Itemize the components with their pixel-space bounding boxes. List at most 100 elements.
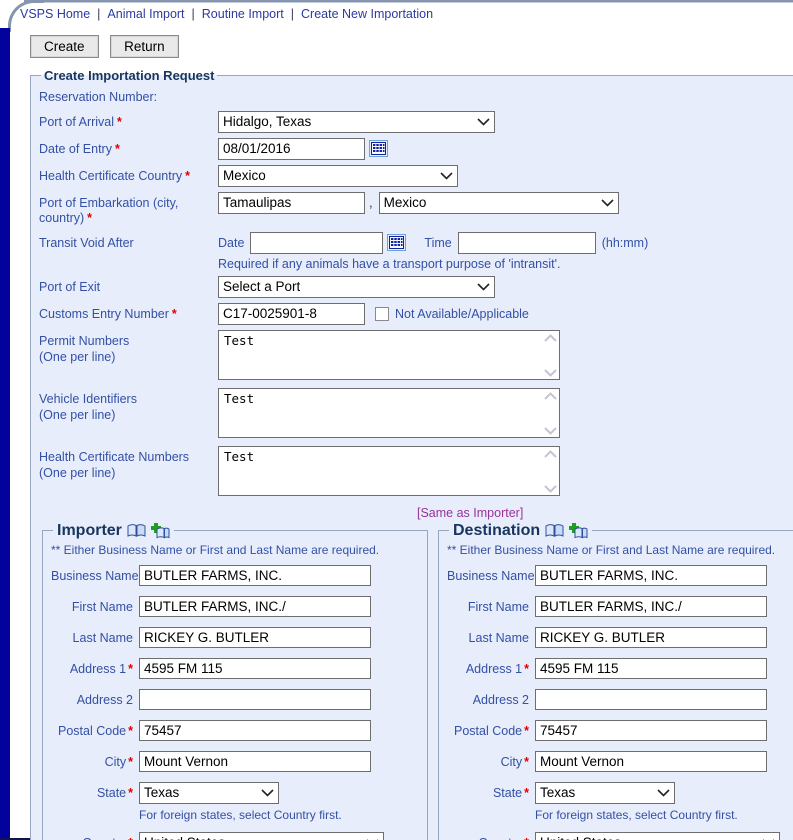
permit-numbers-label: Permit Numbers (One per line): [39, 333, 130, 364]
chevron-down-icon: [477, 118, 490, 126]
customs-entry-number-input[interactable]: [218, 302, 365, 325]
vehicle-identifiers-label: Vehicle Identifiers (One per line): [39, 391, 137, 422]
importer-state-select[interactable]: Texas: [139, 781, 279, 804]
transit-void-after-row: Transit Void After Date Time (hh:mm) Req…: [39, 231, 793, 271]
calendar-icon[interactable]: [369, 140, 388, 158]
importer-first-name-input[interactable]: [139, 595, 371, 617]
toolbar: Create Return: [30, 35, 793, 58]
destination-address1-input[interactable]: [535, 657, 767, 679]
embarkation-country-select[interactable]: Mexico: [378, 191, 619, 214]
destination-country-label: Country*: [447, 832, 529, 840]
destination-state-select[interactable]: Texas: [535, 781, 675, 804]
chevron-down-icon: [477, 283, 490, 291]
destination-state-note: For foreign states, select Country first…: [535, 807, 738, 822]
breadcrumb-link-vsps-home[interactable]: VSPS Home: [20, 7, 90, 21]
destination-postal-code-input[interactable]: [535, 719, 767, 741]
importer-note: ** Either Business Name or First and Las…: [51, 542, 380, 557]
port-of-arrival-select[interactable]: Hidalgo, Texas: [218, 110, 495, 133]
date-of-entry-label: Date of Entry *: [39, 141, 120, 156]
destination-note: ** Either Business Name or First and Las…: [447, 542, 776, 557]
create-button[interactable]: Create: [30, 35, 99, 58]
importer-country-select[interactable]: United States: [139, 831, 384, 840]
importer-last-name-input[interactable]: [139, 626, 371, 648]
required-asterisk: *: [171, 306, 177, 321]
breadcrumb-separator: |: [191, 7, 195, 21]
destination-business-name-label: Business Name: [447, 568, 535, 583]
chevron-down-icon: [601, 199, 614, 207]
health-certificate-numbers-textarea[interactable]: Test: [218, 445, 560, 496]
breadcrumb-link-animal-import[interactable]: Animal Import: [107, 7, 184, 21]
add-address-book-icon[interactable]: [569, 522, 588, 539]
destination-legend: Destination: [449, 522, 592, 540]
destination-state-label: State *: [492, 785, 529, 800]
breadcrumb: VSPS Home | Animal Import | Routine Import | C…: [10, 4, 793, 21]
health-certificate-numbers-row: Health Certificate Numbers (One per line)…: [39, 445, 793, 499]
not-available-checkbox[interactable]: [375, 306, 389, 321]
form-legend: Create Importation Request: [44, 68, 215, 83]
importer-address1-label: Address 1 *: [69, 661, 133, 676]
importer-postal-code-input[interactable]: [139, 719, 371, 741]
importer-country-label: Country*: [51, 832, 133, 840]
same-as-importer-link[interactable]: [Same as Importer]: [417, 506, 523, 520]
scrollbar-down-arrow[interactable]: [544, 369, 557, 377]
importer-address2-input[interactable]: [139, 688, 371, 710]
transit-date-label: Date: [218, 235, 245, 250]
breadcrumb-link-routine-import[interactable]: Routine Import: [202, 7, 284, 21]
address-book-icon[interactable]: [545, 523, 564, 538]
importer-state-label: State *: [96, 785, 133, 800]
date-of-entry-input[interactable]: [218, 137, 365, 160]
destination-city-input[interactable]: [535, 750, 767, 772]
required-asterisk: *: [87, 211, 93, 226]
chevron-down-icon: [261, 789, 274, 797]
scrollbar-up-arrow[interactable]: [544, 391, 557, 400]
health-certificate-country-row: Health Certificate Country * Mexico: [39, 164, 793, 187]
breadcrumb-separator: |: [97, 7, 101, 21]
scrollbar-up-arrow[interactable]: [544, 449, 557, 458]
destination-business-name-input[interactable]: [535, 564, 767, 586]
destination-last-name-input[interactable]: [535, 626, 767, 648]
port-of-arrival-label: Port of Arrival *: [39, 114, 122, 129]
importer-fieldset: Importer ** Either Business Name or Firs…: [42, 521, 428, 840]
transit-date-input[interactable]: [250, 231, 384, 254]
destination-postal-code-label: Postal Code *: [454, 723, 529, 738]
not-available-label: Not Available/Applicable: [395, 306, 529, 321]
reservation-number-row: Reservation Number:: [39, 90, 793, 106]
chevron-down-icon: [440, 172, 453, 180]
add-address-book-icon[interactable]: [150, 522, 170, 539]
transit-time-label: Time: [424, 235, 452, 250]
address-book-icon[interactable]: [127, 523, 146, 538]
scrollbar-down-arrow[interactable]: [544, 427, 557, 435]
permit-numbers-textarea[interactable]: Test: [218, 329, 560, 380]
importer-address1-input[interactable]: [139, 657, 371, 679]
scrollbar-up-arrow[interactable]: [544, 333, 557, 342]
port-of-embarkation-row: Port of Embarkation (city, country)* , M…: [39, 191, 793, 227]
destination-address2-label: Address 2: [472, 692, 529, 707]
vehicle-identifiers-textarea[interactable]: Test: [218, 387, 560, 438]
importer-last-name-label: Last Name: [72, 630, 133, 645]
return-button[interactable]: Return: [110, 35, 179, 58]
importer-city-input[interactable]: [139, 750, 371, 772]
same-as-importer-row: [Same as Importer]: [417, 505, 793, 520]
importer-business-name-input[interactable]: [139, 564, 371, 586]
port-of-arrival-row: Port of Arrival * Hidalgo, Texas: [39, 110, 793, 133]
transit-time-input[interactable]: [457, 231, 596, 254]
date-of-entry-row: Date of Entry *: [39, 137, 793, 160]
calendar-icon[interactable]: [387, 234, 407, 252]
scrollbar-down-arrow[interactable]: [544, 485, 557, 493]
destination-first-name-input[interactable]: [535, 595, 767, 617]
breadcrumb-link-create-new-importation[interactable]: Create New Importation: [301, 7, 433, 21]
health-certificate-country-select[interactable]: Mexico: [218, 164, 458, 187]
importer-state-note: For foreign states, select Country first…: [139, 807, 342, 822]
time-format-hint: (hh:mm): [601, 235, 649, 250]
destination-country-select[interactable]: United States: [535, 831, 780, 840]
create-importation-request-fieldset: Create Importation Request Reservation N…: [30, 68, 793, 840]
reservation-number-label: Reservation Number:: [39, 90, 158, 104]
importer-legend: Importer: [53, 522, 174, 540]
destination-address2-input[interactable]: [535, 688, 767, 710]
embarkation-separator: ,: [369, 195, 373, 211]
chevron-down-icon: [657, 789, 670, 797]
embarkation-city-input[interactable]: [218, 191, 365, 214]
importer-city-label: City *: [104, 754, 133, 769]
port-of-exit-select[interactable]: Select a Port: [218, 275, 495, 298]
vehicle-identifiers-row: Vehicle Identifiers (One per line) Test: [39, 387, 793, 441]
